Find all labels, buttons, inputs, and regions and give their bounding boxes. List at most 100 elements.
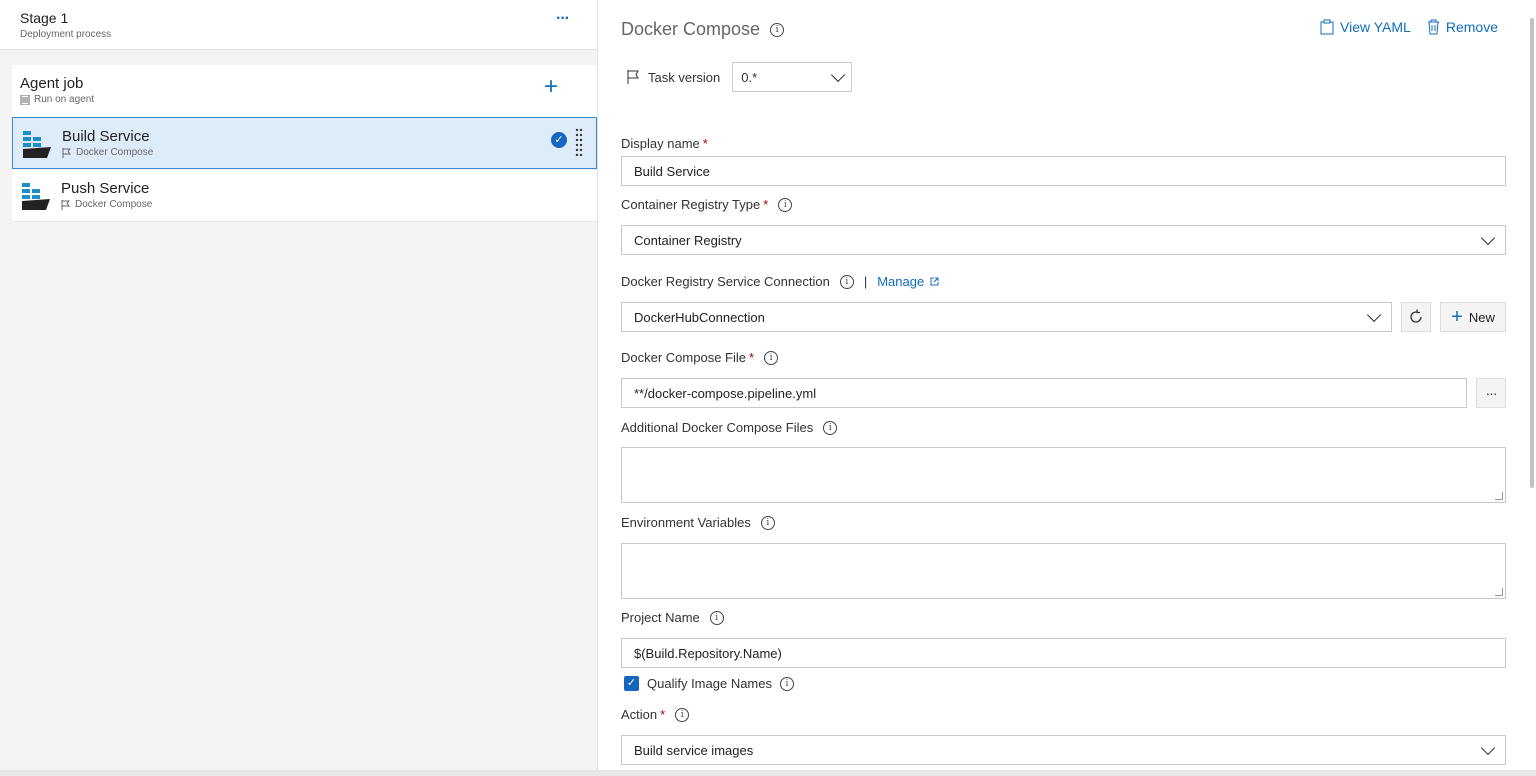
stage-subtitle: Deployment process bbox=[20, 29, 112, 40]
task-version-value: 0.* bbox=[741, 69, 758, 85]
additional-files-label: Additional Docker Compose Files bbox=[621, 420, 814, 435]
task-subtitle-row: Docker Compose bbox=[62, 147, 153, 158]
info-icon[interactable]: i bbox=[675, 707, 690, 722]
qualify-names-label: Qualify Image Names bbox=[647, 676, 772, 691]
required-marker: * bbox=[763, 197, 769, 212]
stage-title: Stage 1 bbox=[20, 10, 69, 26]
task-version-select[interactable]: 0.* bbox=[732, 62, 853, 92]
info-icon[interactable]: i bbox=[770, 22, 785, 37]
info-icon[interactable]: i bbox=[780, 676, 794, 691]
docker-compose-icon bbox=[23, 131, 51, 158]
server-icon bbox=[20, 94, 30, 105]
refresh-icon bbox=[1410, 309, 1422, 323]
env-vars-label: Environment Variables bbox=[621, 515, 751, 530]
action-label: Action bbox=[621, 707, 658, 722]
compose-file-input[interactable]: **/docker-compose.pipeline.yml bbox=[621, 378, 1467, 408]
display-name-input[interactable]: Build Service bbox=[621, 156, 1506, 186]
detail-actions: View YAML Remove bbox=[1320, 19, 1498, 35]
project-name-input[interactable]: $(Build.Repository.Name) bbox=[621, 638, 1506, 668]
pipeline-panel: Stage 1 Deployment process ··· Agent job… bbox=[0, 0, 598, 776]
resize-handle-icon[interactable] bbox=[1495, 588, 1503, 596]
service-connection-label: Docker Registry Service Connection bbox=[621, 274, 830, 289]
project-name-label: Project Name bbox=[621, 610, 700, 625]
registry-type-label-row: Container Registry Type * i bbox=[621, 197, 793, 212]
stage-header[interactable]: Stage 1 Deployment process ··· bbox=[0, 0, 597, 50]
more-options-icon[interactable]: ··· bbox=[556, 10, 570, 28]
docker-compose-icon bbox=[22, 183, 50, 210]
agent-job-title: Agent job bbox=[20, 75, 84, 92]
compose-file-label: Docker Compose File bbox=[621, 350, 746, 365]
agent-job-subtitle: Run on agent bbox=[34, 94, 95, 105]
remove-button[interactable]: Remove bbox=[1427, 19, 1498, 35]
manage-link[interactable]: Manage bbox=[877, 274, 939, 289]
env-vars-textarea[interactable] bbox=[621, 543, 1506, 599]
action-label-row: Action * i bbox=[621, 707, 690, 722]
agent-job-subtitle-row: Run on agent bbox=[20, 94, 94, 105]
drag-handle-icon[interactable] bbox=[575, 128, 583, 156]
flag-icon bbox=[62, 147, 72, 158]
browse-button[interactable]: ··· bbox=[1476, 378, 1506, 408]
chevron-down-icon bbox=[1480, 740, 1496, 755]
qualify-names-checkbox[interactable]: ✓ bbox=[624, 676, 639, 691]
info-icon[interactable]: i bbox=[839, 274, 854, 289]
task-detail-panel: Docker Compose i View YAML Remove Task v… bbox=[598, 0, 1536, 776]
required-marker: * bbox=[749, 350, 755, 365]
compose-file-label-row: Docker Compose File * i bbox=[621, 350, 779, 365]
info-icon[interactable]: i bbox=[764, 350, 779, 365]
task-subtitle-row: Docker Compose bbox=[61, 199, 152, 210]
view-yaml-button[interactable]: View YAML bbox=[1320, 19, 1411, 35]
info-icon[interactable]: i bbox=[778, 197, 793, 212]
service-connection-select[interactable]: DockerHubConnection bbox=[621, 302, 1392, 332]
view-yaml-label: View YAML bbox=[1340, 19, 1411, 35]
task-version-row: Task version 0.* bbox=[626, 62, 853, 92]
remove-label: Remove bbox=[1445, 19, 1498, 35]
chevron-down-icon bbox=[1366, 307, 1382, 322]
manage-label: Manage bbox=[877, 274, 925, 289]
scrollbar-thumb[interactable] bbox=[1530, 18, 1534, 488]
external-link-icon bbox=[930, 277, 939, 286]
chevron-down-icon bbox=[1480, 230, 1496, 245]
detail-title-row: Docker Compose i bbox=[621, 19, 785, 40]
task-subtitle: Docker Compose bbox=[76, 147, 154, 158]
registry-type-select[interactable]: Container Registry bbox=[621, 225, 1506, 255]
required-marker: * bbox=[660, 707, 666, 722]
service-connection-label-row: Docker Registry Service Connection i | M… bbox=[621, 274, 939, 289]
scrollbar[interactable] bbox=[1528, 0, 1536, 776]
flag-icon bbox=[61, 199, 71, 210]
registry-type-value: Container Registry bbox=[634, 232, 742, 248]
trash-icon bbox=[1427, 19, 1439, 35]
plus-icon: + bbox=[1451, 305, 1463, 328]
task-name: Build Service bbox=[62, 128, 150, 145]
service-connection-value: DockerHubConnection bbox=[634, 309, 765, 325]
chevron-down-icon bbox=[831, 67, 846, 82]
info-icon[interactable]: i bbox=[760, 515, 775, 530]
agent-job[interactable]: Agent job Run on agent + bbox=[12, 65, 597, 117]
new-connection-button[interactable]: + New bbox=[1440, 302, 1506, 332]
task-build-service[interactable]: Build Service Docker Compose ✓ bbox=[12, 117, 597, 169]
action-select[interactable]: Build service images bbox=[621, 735, 1506, 765]
detail-title: Docker Compose bbox=[621, 19, 761, 39]
task-subtitle: Docker Compose bbox=[75, 199, 153, 210]
resize-handle-icon[interactable] bbox=[1495, 492, 1503, 500]
checkmark-icon: ✓ bbox=[551, 132, 567, 148]
add-task-icon[interactable]: + bbox=[544, 75, 558, 99]
flag-icon bbox=[627, 70, 639, 84]
env-vars-label-row: Environment Variables i bbox=[621, 515, 775, 530]
info-icon[interactable]: i bbox=[823, 420, 838, 435]
additional-files-label-row: Additional Docker Compose Files i bbox=[621, 420, 838, 435]
project-name-label-row: Project Name i bbox=[621, 610, 724, 625]
qualify-names-row: ✓ Qualify Image Names i bbox=[624, 676, 794, 691]
task-name: Push Service bbox=[61, 180, 150, 197]
additional-files-textarea[interactable] bbox=[621, 447, 1506, 503]
info-icon[interactable]: i bbox=[709, 610, 724, 625]
refresh-button[interactable] bbox=[1401, 302, 1431, 332]
registry-type-label: Container Registry Type bbox=[621, 197, 761, 212]
clipboard-icon bbox=[1320, 19, 1334, 35]
separator: | bbox=[863, 274, 868, 289]
task-version-label: Task version bbox=[648, 69, 721, 85]
new-label: New bbox=[1468, 309, 1495, 325]
display-name-label: Display name bbox=[621, 136, 700, 151]
horizontal-scrollbar[interactable] bbox=[0, 770, 1536, 776]
action-value: Build service images bbox=[634, 742, 754, 758]
task-push-service[interactable]: Push Service Docker Compose bbox=[12, 170, 597, 222]
